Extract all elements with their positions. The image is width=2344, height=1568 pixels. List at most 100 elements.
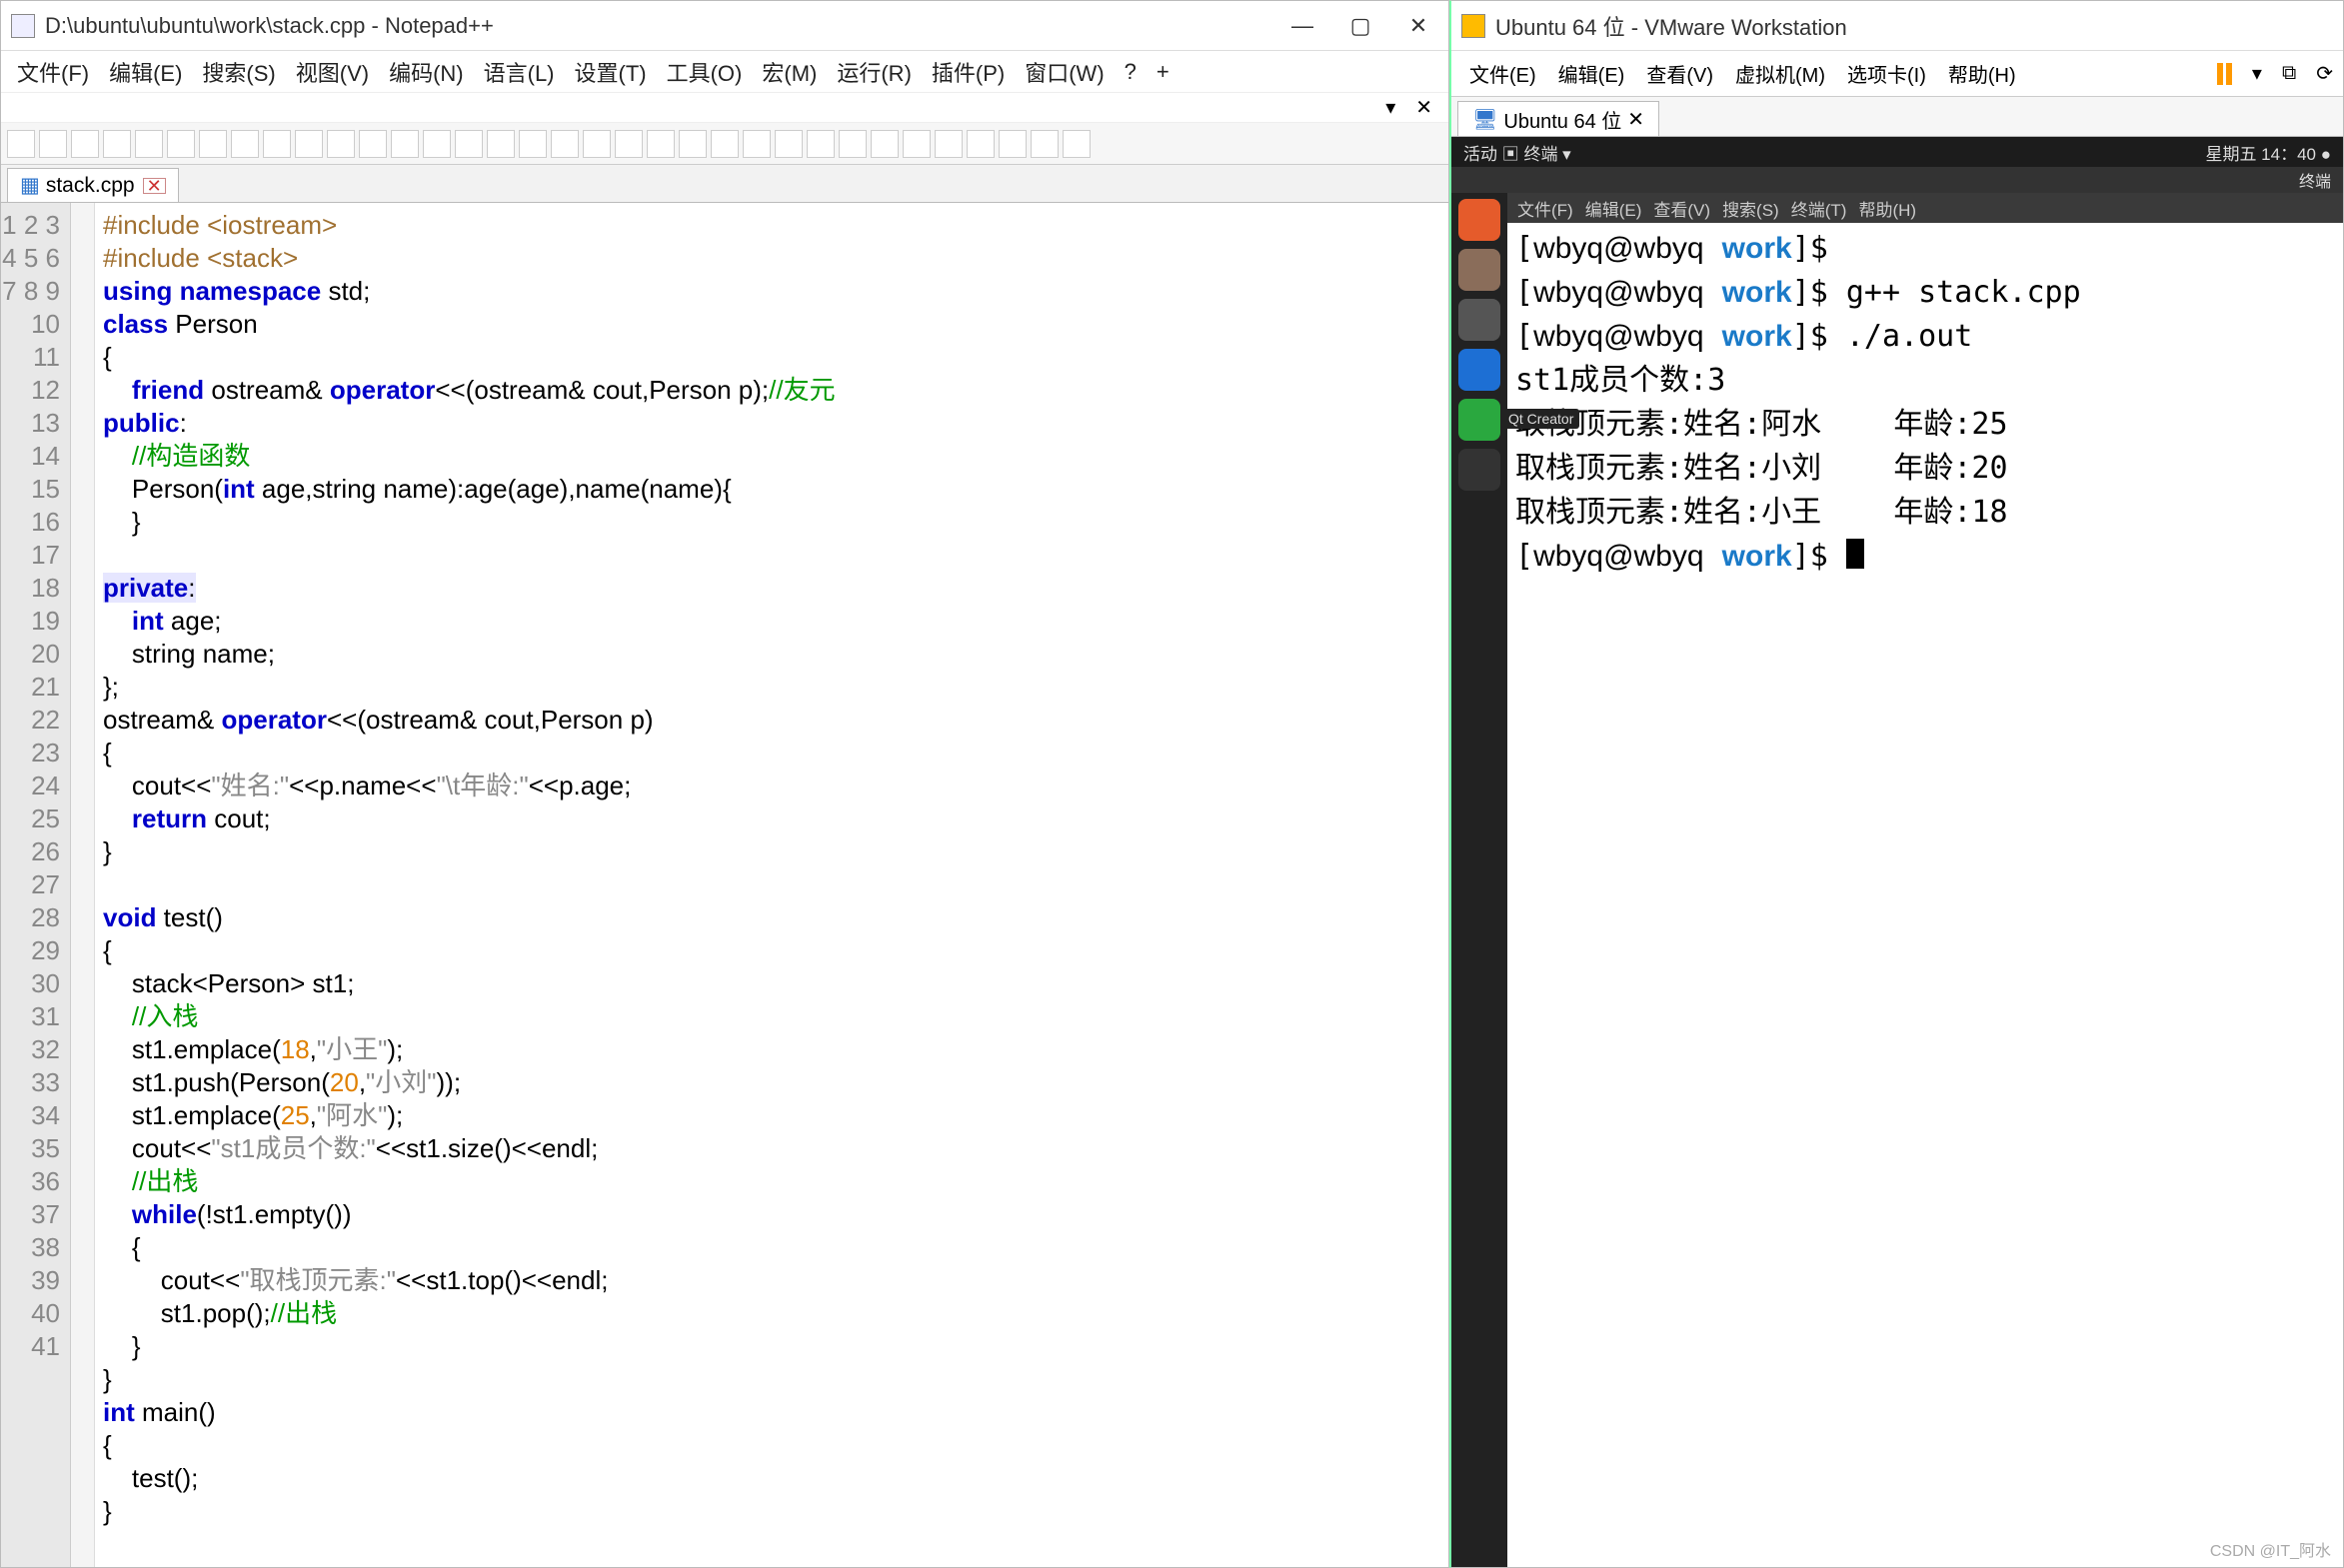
notepad-icon <box>11 14 35 38</box>
tab-close-icon[interactable]: ✕ <box>143 178 166 194</box>
maximize-button[interactable]: ▢ <box>1340 11 1380 41</box>
pause-button[interactable] <box>2217 63 2232 85</box>
notepad-toolbar <box>1 123 1448 165</box>
toolbar-button[interactable] <box>967 130 995 158</box>
qtcreator-icon[interactable]: Qt Creator <box>1458 399 1500 441</box>
toolbar-button[interactable] <box>71 130 99 158</box>
menu-item[interactable]: 编辑(E) <box>99 52 192 92</box>
toolbar-button[interactable] <box>167 130 195 158</box>
toolbar-button[interactable] <box>647 130 675 158</box>
menu-item[interactable]: 帮助(H) <box>1858 196 1916 221</box>
code-area[interactable]: #include <iostream> #include <stack> usi… <box>95 203 1448 1567</box>
menu-item[interactable]: 编辑(E) <box>1550 57 1633 90</box>
firefox-icon[interactable] <box>1458 199 1500 241</box>
ubuntu-desktop: 活动 ▣ 终端 ▾ 星期五 14：40 ● 终端 Qt Creator 文件(F… <box>1451 137 2343 1567</box>
vmware-title: Ubuntu 64 位 - VMware Workstation <box>1495 10 2333 42</box>
vmware-titlebar[interactable]: Ubuntu 64 位 - VMware Workstation <box>1451 1 2343 51</box>
menu-item[interactable]: 虚拟机(M) <box>1727 57 1833 90</box>
menu-item[interactable]: 视图(V) <box>286 52 379 92</box>
toolbar-button[interactable] <box>903 130 931 158</box>
menu-item[interactable]: 运行(R) <box>827 52 922 92</box>
toolbar-button[interactable] <box>1031 130 1059 158</box>
notepad-title: D:\ubuntu\ubuntu\work\stack.cpp - Notepa… <box>45 13 1282 39</box>
toolbar-button[interactable] <box>839 130 867 158</box>
menu-item[interactable]: 终端(T) <box>1791 196 1847 221</box>
toolbar-button[interactable] <box>391 130 419 158</box>
notepad-tabbar: ▦ stack.cpp ✕ <box>1 165 1448 203</box>
toolbar-button[interactable] <box>39 130 67 158</box>
terminal-output[interactable]: [wbyq@wbyq work]$ [wbyq@wbyq work]$ g++ … <box>1507 223 2343 1567</box>
notepad-window: D:\ubuntu\ubuntu\work\stack.cpp - Notepa… <box>0 0 1449 1568</box>
menu-item[interactable]: 查看(V) <box>1653 196 1710 221</box>
toolbar-button[interactable] <box>487 130 515 158</box>
menu-item[interactable]: 文件(F) <box>7 52 99 92</box>
vscode-icon[interactable] <box>1458 349 1500 391</box>
toolbar-button[interactable] <box>423 130 451 158</box>
toolbar-button[interactable] <box>711 130 739 158</box>
settings-icon[interactable] <box>1458 299 1500 341</box>
toolbar-button[interactable] <box>935 130 963 158</box>
menu-item[interactable]: + <box>1147 55 1179 89</box>
toolbar-button[interactable] <box>231 130 259 158</box>
menu-item[interactable]: 语言(L) <box>474 52 565 92</box>
toolbar-button[interactable] <box>615 130 643 158</box>
snapshot-icon[interactable]: ⧉ <box>2282 62 2296 85</box>
ubuntu-activities[interactable]: 活动 ▣ 终端 ▾ <box>1463 140 1571 165</box>
menu-item[interactable]: 宏(M) <box>752 52 827 92</box>
notepad-titlebar[interactable]: D:\ubuntu\ubuntu\work\stack.cpp - Notepa… <box>1 1 1448 51</box>
files-icon[interactable] <box>1458 249 1500 291</box>
toolbar-button[interactable] <box>359 130 387 158</box>
toolbar-button[interactable] <box>1063 130 1091 158</box>
vm-tab[interactable]: 🖥 Ubuntu 64 位 ✕ <box>1457 101 1659 136</box>
close-button[interactable]: ✕ <box>1398 11 1438 41</box>
watermark: CSDN @IT_阿水 <box>2210 1537 2331 1561</box>
toolbar-button[interactable] <box>551 130 579 158</box>
toolbar-button[interactable] <box>455 130 483 158</box>
toolbar-button[interactable] <box>199 130 227 158</box>
toolbar-button[interactable] <box>775 130 803 158</box>
menu-item[interactable]: 搜索(S) <box>1722 196 1779 221</box>
terminal-icon[interactable] <box>1458 449 1500 491</box>
toolbar-button[interactable] <box>999 130 1027 158</box>
toolbar-button[interactable] <box>807 130 835 158</box>
vmware-tabbar: 🖥 Ubuntu 64 位 ✕ <box>1451 97 2343 137</box>
menu-item[interactable]: 编辑(E) <box>1585 196 1642 221</box>
toolbar-button[interactable] <box>743 130 771 158</box>
toolbar-button[interactable] <box>263 130 291 158</box>
minimize-button[interactable]: — <box>1282 11 1322 41</box>
menu-item[interactable]: 文件(F) <box>1517 196 1573 221</box>
vmware-window: Ubuntu 64 位 - VMware Workstation 文件(E)编辑… <box>1449 0 2344 1568</box>
menu-item[interactable]: 设置(T) <box>565 52 657 92</box>
toolbar-button[interactable] <box>7 130 35 158</box>
fullscreen-icon[interactable]: ⟳ <box>2316 61 2333 86</box>
menu-item[interactable]: 选项卡(I) <box>1839 57 1934 90</box>
toolbar-button[interactable] <box>103 130 131 158</box>
toolbar-button[interactable] <box>679 130 707 158</box>
toolbar-button[interactable] <box>871 130 899 158</box>
toolbar-button[interactable] <box>583 130 611 158</box>
notepad-menubar: 文件(F)编辑(E)搜索(S)视图(V)编码(N)语言(L)设置(T)工具(O)… <box>1 51 1448 93</box>
vmware-menubar: 文件(E)编辑(E)查看(V)虚拟机(M)选项卡(I)帮助(H) ▾ ⧉ ⟳ <box>1451 51 2343 97</box>
menu-item[interactable]: 工具(O) <box>657 52 753 92</box>
toolbar-button[interactable] <box>295 130 323 158</box>
menu-item[interactable]: 文件(E) <box>1461 57 1544 90</box>
menu-item[interactable]: 查看(V) <box>1638 57 1721 90</box>
ubuntu-clock[interactable]: 星期五 14：40 ● <box>2205 140 2331 165</box>
file-tab[interactable]: ▦ stack.cpp ✕ <box>7 168 179 202</box>
toolbar-button[interactable] <box>327 130 355 158</box>
dropdown-icon[interactable]: ▾ <box>2252 61 2262 86</box>
ubuntu-topbar[interactable]: 活动 ▣ 终端 ▾ 星期五 14：40 ● <box>1451 137 2343 167</box>
toolbar-button[interactable] <box>519 130 547 158</box>
menu-item[interactable]: 编码(N) <box>379 52 474 92</box>
menu-item[interactable]: 帮助(H) <box>1940 57 2024 90</box>
close-tab-icon[interactable]: ✕ <box>1405 95 1442 120</box>
menu-item[interactable]: 插件(P) <box>922 52 1015 92</box>
menu-item[interactable]: ? <box>1115 55 1147 89</box>
menu-item[interactable]: 窗口(W) <box>1015 52 1114 92</box>
fold-column[interactable] <box>71 203 95 1567</box>
menu-item[interactable]: 搜索(S) <box>192 52 285 92</box>
toolbar-button[interactable] <box>135 130 163 158</box>
dropdown-icon[interactable]: ▾ <box>1375 95 1405 120</box>
vm-tab-close-icon[interactable]: ✕ <box>1627 107 1644 132</box>
code-editor[interactable]: 1 2 3 4 5 6 7 8 9 10 11 12 13 14 15 16 1… <box>1 203 1448 1567</box>
